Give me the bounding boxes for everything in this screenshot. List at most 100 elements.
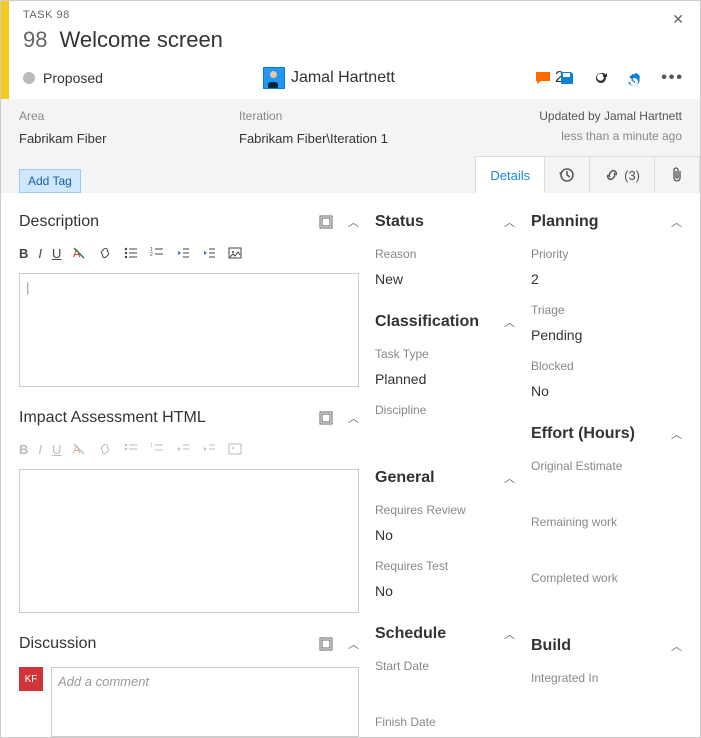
svg-text:2: 2 (150, 252, 153, 258)
remove-format-icon[interactable]: A (71, 441, 87, 457)
area-value[interactable]: Fabrikam Fiber (19, 131, 209, 146)
reason-label: Reason (375, 247, 515, 261)
blocked-label: Blocked (531, 359, 682, 373)
number-list-icon[interactable]: 12 (149, 245, 165, 261)
impact-editor[interactable] (19, 469, 359, 613)
remove-format-icon[interactable]: A (71, 245, 87, 261)
collapse-icon[interactable]: ︿ (348, 636, 359, 652)
italic-icon[interactable]: I (38, 442, 42, 457)
undo-icon[interactable] (627, 70, 643, 86)
refresh-icon[interactable] (593, 70, 609, 86)
link-tool-icon[interactable] (97, 245, 113, 261)
tab-links[interactable]: (3) (590, 156, 655, 193)
triage-value[interactable]: Pending (531, 327, 682, 343)
triage-label: Triage (531, 303, 682, 317)
impact-toolbar: B I U A 1 (19, 441, 359, 457)
priority-value[interactable]: 2 (531, 271, 682, 287)
remaining-work-value[interactable] (531, 539, 682, 555)
updated-time: less than a minute ago (539, 129, 682, 143)
collapse-icon[interactable]: ︿ (671, 638, 682, 654)
finish-date-label: Finish Date (375, 715, 515, 729)
collapse-icon[interactable]: ︿ (348, 214, 359, 230)
collapse-icon[interactable]: ︿ (348, 410, 359, 426)
bullet-list-icon[interactable] (123, 441, 139, 457)
image-icon[interactable] (227, 441, 243, 457)
collapse-icon[interactable]: ︿ (504, 214, 515, 230)
original-estimate-label: Original Estimate (531, 459, 682, 473)
save-icon[interactable] (559, 70, 575, 86)
completed-work-value[interactable] (531, 595, 682, 611)
comment-icon (535, 70, 551, 86)
completed-work-label: Completed work (531, 571, 682, 585)
task-title[interactable]: Welcome screen (59, 27, 222, 53)
build-heading: Build (531, 637, 571, 655)
assignee-name: Jamal Hartnett (291, 69, 395, 87)
effort-heading: Effort (Hours) (531, 425, 635, 443)
attachment-icon (669, 167, 685, 183)
tab-history[interactable] (545, 156, 590, 193)
iteration-value[interactable]: Fabrikam Fiber\Iteration 1 (239, 131, 388, 146)
description-toolbar: B I U A 12 (19, 245, 359, 261)
remaining-work-label: Remaining work (531, 515, 682, 529)
discussion-heading: Discussion (19, 635, 96, 653)
outdent-icon[interactable] (175, 245, 191, 261)
requires-test-value[interactable]: No (375, 583, 515, 599)
bold-icon[interactable]: B (19, 442, 28, 457)
requires-review-label: Requires Review (375, 503, 515, 517)
assignee-field[interactable]: Jamal Hartnett (263, 67, 395, 89)
discipline-value[interactable] (375, 427, 515, 443)
task-number: 98 (23, 27, 47, 53)
maximize-icon[interactable] (318, 636, 334, 652)
link-icon (604, 167, 620, 183)
bullet-list-icon[interactable] (123, 245, 139, 261)
description-editor[interactable]: | (19, 273, 359, 387)
indent-icon[interactable] (201, 441, 217, 457)
updated-by: Updated by Jamal Hartnett (539, 109, 682, 123)
outdent-icon[interactable] (175, 441, 191, 457)
indent-icon[interactable] (201, 245, 217, 261)
priority-label: Priority (531, 247, 682, 261)
start-date-label: Start Date (375, 659, 515, 673)
requires-review-value[interactable]: No (375, 527, 515, 543)
reason-value[interactable]: New (375, 271, 515, 287)
close-icon[interactable]: ✕ (672, 11, 684, 28)
tasktype-value[interactable]: Planned (375, 371, 515, 387)
current-user-avatar: KF (19, 667, 43, 691)
general-heading: General (375, 469, 435, 487)
state-value[interactable]: Proposed (43, 70, 103, 86)
more-actions-icon[interactable]: ••• (661, 69, 684, 87)
italic-icon[interactable]: I (38, 246, 42, 261)
state-indicator-icon (23, 72, 35, 84)
underline-icon[interactable]: U (52, 442, 61, 457)
tasktype-label: Task Type (375, 347, 515, 361)
collapse-icon[interactable]: ︿ (504, 314, 515, 330)
original-estimate-value[interactable] (531, 483, 682, 499)
blocked-value[interactable]: No (531, 383, 682, 399)
number-list-icon[interactable]: 1 (149, 441, 165, 457)
maximize-icon[interactable] (318, 410, 334, 426)
tab-details[interactable]: Details (475, 156, 545, 193)
bold-icon[interactable]: B (19, 246, 28, 261)
collapse-icon[interactable]: ︿ (671, 214, 682, 230)
add-tag-button[interactable]: Add Tag (19, 169, 81, 193)
collapse-icon[interactable]: ︿ (671, 426, 682, 442)
link-tool-icon[interactable] (97, 441, 113, 457)
collapse-icon[interactable]: ︿ (504, 626, 515, 642)
svg-text:1: 1 (150, 443, 153, 449)
classification-heading: Classification (375, 313, 479, 331)
maximize-icon[interactable] (318, 214, 334, 230)
integrated-in-label: Integrated In (531, 671, 682, 685)
task-type-label: TASK 98 (23, 9, 686, 21)
tab-attachments[interactable] (655, 156, 700, 193)
description-heading: Description (19, 213, 99, 231)
start-date-value[interactable] (375, 683, 515, 699)
impact-heading: Impact Assessment HTML (19, 409, 206, 427)
comment-input[interactable]: Add a comment (51, 667, 359, 737)
underline-icon[interactable]: U (52, 246, 61, 261)
links-count: (3) (624, 168, 640, 183)
discipline-label: Discipline (375, 403, 515, 417)
collapse-icon[interactable]: ︿ (504, 470, 515, 486)
schedule-heading: Schedule (375, 625, 446, 643)
image-icon[interactable] (227, 245, 243, 261)
status-heading: Status (375, 213, 424, 231)
